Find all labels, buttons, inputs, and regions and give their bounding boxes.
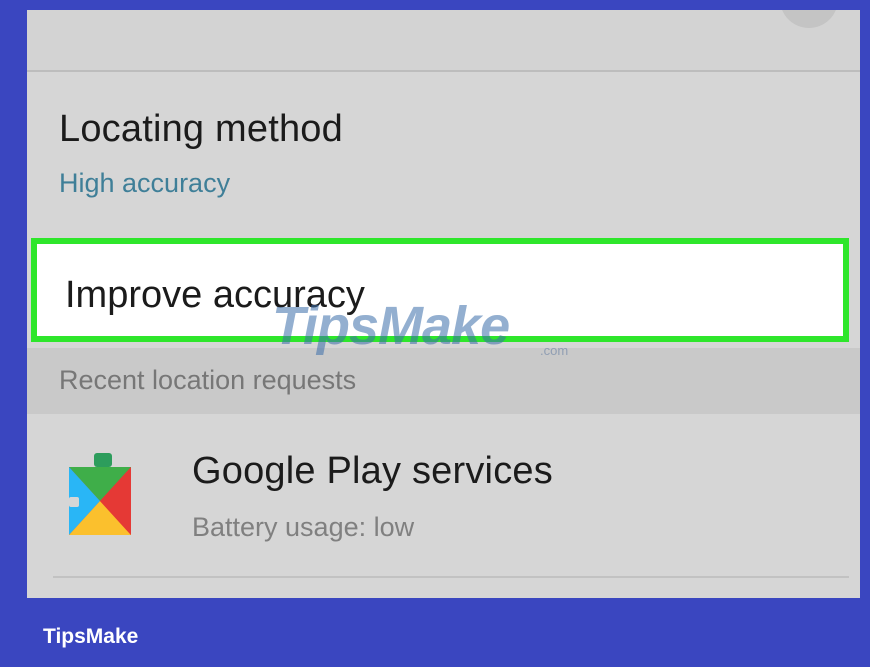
top-strip bbox=[27, 10, 860, 72]
footer-brand: TipsMake bbox=[43, 625, 139, 648]
locating-method-value: High accuracy bbox=[59, 168, 231, 198]
partial-circle-element bbox=[780, 10, 838, 28]
locating-method-title[interactable]: Locating method bbox=[59, 108, 343, 151]
watermark-suffix: .com bbox=[540, 343, 569, 358]
google-play-services-icon bbox=[69, 453, 131, 535]
app-battery-usage: Battery usage: low bbox=[192, 512, 415, 542]
watermark-logo: TipsMake bbox=[272, 296, 510, 356]
recent-requests-header: Recent location requests bbox=[59, 365, 357, 395]
list-divider bbox=[53, 576, 849, 578]
app-name-google-play-services[interactable]: Google Play services bbox=[192, 450, 553, 493]
